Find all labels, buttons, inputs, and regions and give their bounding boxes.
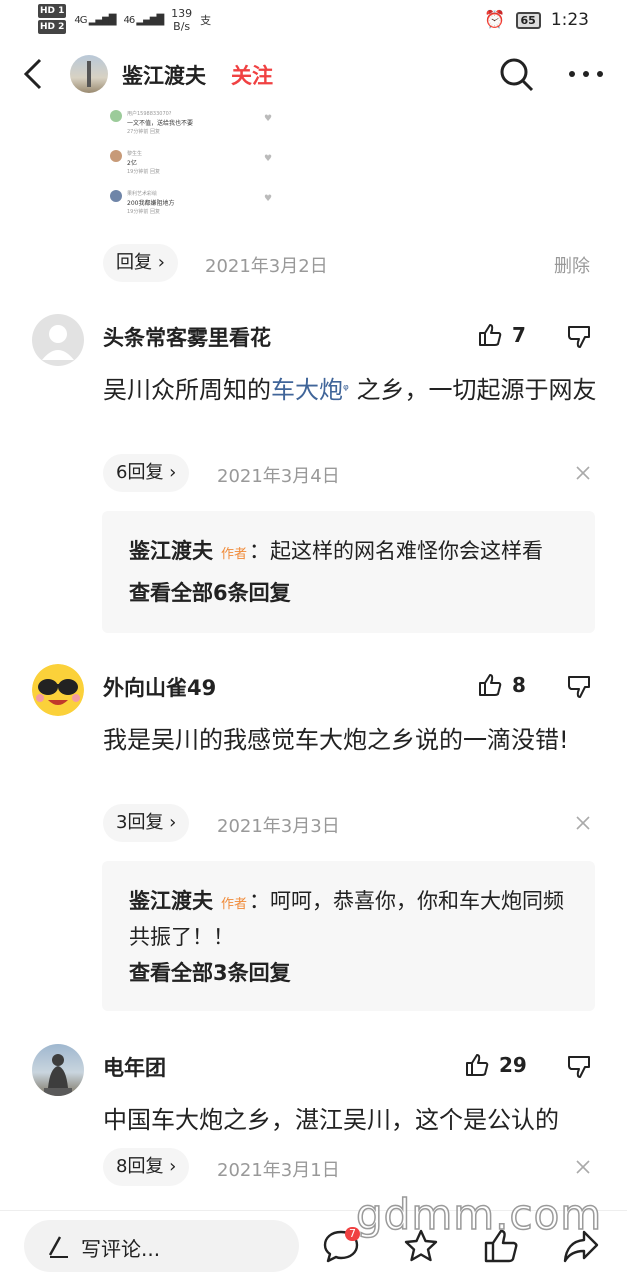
comment-date: 2021年3月1日 [217, 1160, 340, 1181]
commenter-name[interactable]: 头条常客雾里看花 [103, 322, 271, 352]
comment-date: 2021年3月4日 [217, 466, 340, 487]
reply-row: 8回复 › 2021年3月1日 [0, 1148, 627, 1186]
dislike-icon[interactable] [566, 324, 592, 350]
sub-replies-box[interactable]: 鉴江渡夫 作者：呵呵，恭喜你，你和车大炮同频共振了！！ 查看全部3条回复 [102, 861, 595, 1011]
thumb-row: 黎生生 2亿 19分钟前 回复 ♥ [108, 150, 283, 186]
avatar[interactable] [32, 1044, 84, 1096]
heart-icon: ♥ [264, 194, 273, 204]
reply-count-button[interactable]: 6回复 › [103, 454, 190, 492]
like-count: 29 [499, 1053, 527, 1077]
post-date: 2021年3月2日 [205, 256, 328, 277]
reply-count-button[interactable]: 3回复 › [103, 804, 190, 842]
reply-row: 6回复 › 2021年3月4日 [0, 454, 627, 492]
like-count: 7 [512, 323, 526, 347]
close-icon[interactable] [573, 1157, 593, 1177]
heart-icon: ♥ [264, 114, 273, 124]
avatar[interactable] [32, 664, 84, 716]
sub-reply: 鉴江渡夫 作者：呵呵，恭喜你，你和车大炮同频共振了！！ [129, 889, 565, 949]
thumb-text: 用户1598833070? 一文不值，送给我也不要 27分钟前 回复 [127, 111, 194, 135]
status-bar: HD 1 HD 2 4G ▂▄▆█ 46 ▂▄▆█ 139 B/s 支 ⏰ 65… [0, 0, 627, 40]
reply-count-button[interactable]: 8回复 › [103, 1148, 190, 1186]
network-speed: 139 B/s [171, 7, 193, 33]
default-avatar-icon [42, 325, 74, 360]
search-icon[interactable] [496, 54, 536, 94]
close-icon[interactable] [573, 463, 593, 483]
sub-reply: 鉴江渡夫 作者：起这样的网名难怪你会这样看 [129, 539, 544, 563]
comment-text: 我是吴川的我感觉车大炮之乡说的一滴没错! [103, 726, 569, 754]
close-icon[interactable] [573, 813, 593, 833]
more-icon[interactable] [566, 66, 606, 82]
top-nav: 鉴江渡夫 关注 [0, 40, 627, 108]
view-all-replies-link[interactable]: 查看全部3条回复 [129, 957, 291, 987]
pen-icon [48, 1236, 68, 1258]
battery-indicator: 65 [515, 11, 541, 29]
thumb-text: 果利艺术彩绘 200我都嫌阻地方 19分钟前 回复 [127, 191, 175, 215]
follow-button[interactable]: 关注 [231, 60, 273, 90]
like-icon[interactable] [477, 322, 503, 348]
search-link[interactable]: 车大炮ᵠ [271, 376, 349, 404]
pay-icon: 支 [200, 14, 212, 27]
statue-avatar-icon [44, 1054, 72, 1096]
hd1-label: HD 1 [38, 4, 67, 18]
back-icon[interactable] [18, 54, 50, 94]
reply-button[interactable]: 回复 › [103, 244, 178, 282]
heart-icon: ♥ [264, 154, 273, 164]
author-tag: 作者 [221, 547, 248, 562]
like-icon[interactable] [464, 1052, 490, 1078]
status-left: HD 1 HD 2 4G ▂▄▆█ 46 ▂▄▆█ 139 B/s 支 [38, 4, 211, 36]
comment-input-placeholder: 写评论... [81, 1237, 161, 1261]
signal-1: 4G ▂▄▆█ [74, 14, 116, 26]
sub-replies-box[interactable]: 鉴江渡夫 作者：起这样的网名难怪你会这样看 查看全部6条回复 [102, 511, 595, 633]
avatar[interactable] [32, 314, 84, 366]
comment-date: 2021年3月3日 [217, 816, 340, 837]
thumb-text: 黎生生 2亿 19分钟前 回复 [127, 151, 160, 175]
author-tag: 作者 [221, 897, 248, 912]
thumb-avatar [110, 150, 122, 162]
commenter-name[interactable]: 外向山雀49 [103, 672, 216, 702]
status-right: ⏰ 65 1:23 [484, 10, 589, 30]
signal-2: 46 ▂▄▆█ [123, 14, 164, 26]
thumb-row: 果利艺术彩绘 200我都嫌阻地方 19分钟前 回复 ♥ [108, 190, 283, 226]
author-avatar[interactable] [70, 55, 108, 93]
thumb-avatar [110, 110, 122, 122]
alarm-icon: ⏰ [484, 10, 506, 30]
hd2-label: HD 2 [38, 20, 67, 34]
comment-input[interactable]: 写评论... [24, 1220, 299, 1272]
embedded-screenshot[interactable]: 用户1598833070? 一文不值，送给我也不要 27分钟前 回复 ♥ 黎生生… [108, 108, 283, 232]
hd-indicators: HD 1 HD 2 [38, 4, 67, 36]
like-count: 8 [512, 673, 526, 697]
dislike-icon[interactable] [566, 674, 592, 700]
comment-text: 中国车大炮之乡，湛江吴川，这个是公认的 [103, 1106, 559, 1134]
watermark: gdmm.com [355, 1189, 603, 1240]
delete-button[interactable]: 删除 [554, 252, 590, 278]
like-icon[interactable] [477, 672, 503, 698]
comment-text: 吴川众所周知的车大炮ᵠ 之乡，一切起源于网友 [103, 376, 597, 404]
author-name[interactable]: 鉴江渡夫 [122, 60, 206, 90]
reply-row: 3回复 › 2021年3月3日 [0, 804, 627, 842]
emoji-avatar-icon [32, 664, 84, 716]
thumb-avatar [110, 190, 122, 202]
top-reply-row: 回复 › 2021年3月2日 删除 [0, 244, 627, 282]
thumb-row: 用户1598833070? 一文不值，送给我也不要 27分钟前 回复 ♥ [108, 110, 283, 146]
clock: 1:23 [550, 10, 589, 30]
commenter-name[interactable]: 电年团 [103, 1052, 166, 1082]
dislike-icon[interactable] [566, 1054, 592, 1080]
view-all-replies-link[interactable]: 查看全部6条回复 [129, 577, 291, 607]
